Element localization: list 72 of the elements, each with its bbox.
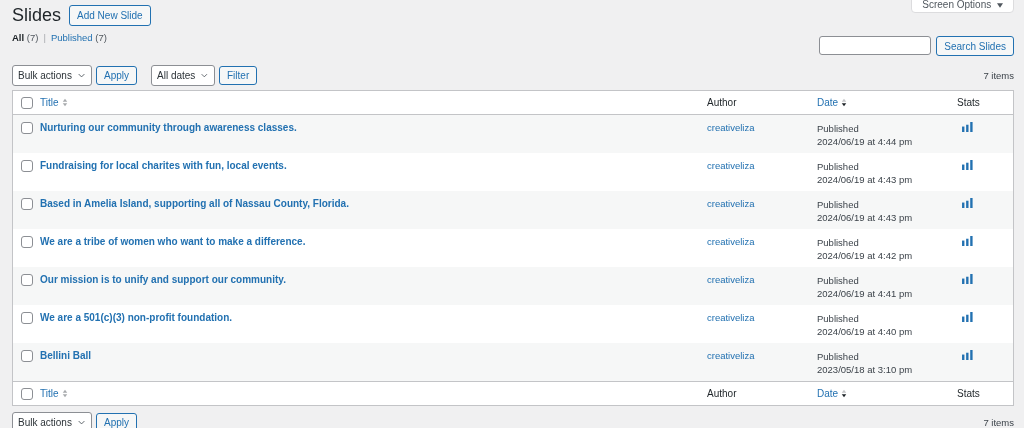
author-link[interactable]: creativeliza bbox=[707, 236, 755, 247]
bulk-actions-dropdown[interactable]: Bulk actions bbox=[12, 412, 92, 428]
chevron-down-icon bbox=[77, 73, 85, 78]
select-all-checkbox[interactable] bbox=[21, 96, 33, 109]
slide-title-link[interactable]: Nurturing our community through awareness classes. bbox=[40, 122, 297, 133]
slide-title-link[interactable]: We are a 501(c)(3) non-profit foundation. bbox=[40, 312, 233, 323]
column-header: Stats bbox=[957, 388, 980, 399]
post-date: 2024/06/19 at 4:40 pm bbox=[817, 325, 914, 338]
column-header[interactable]: Date bbox=[817, 97, 839, 108]
row-checkbox[interactable] bbox=[21, 236, 33, 248]
post-status: Published bbox=[817, 160, 860, 173]
search-button[interactable]: Search Slides bbox=[936, 36, 1014, 56]
row-checkbox[interactable] bbox=[21, 122, 33, 134]
author-link[interactable]: creativeliza bbox=[707, 274, 755, 285]
select-all-checkbox[interactable] bbox=[21, 387, 33, 400]
item-count: 7 items bbox=[983, 417, 1014, 428]
view-filter-link[interactable]: All (7) bbox=[12, 32, 39, 43]
dates-dropdown[interactable]: All dates bbox=[151, 65, 215, 86]
author-link[interactable]: creativeliza bbox=[707, 350, 755, 361]
column-header: Author bbox=[707, 388, 737, 399]
bar-chart-icon[interactable] bbox=[962, 236, 973, 246]
bar-chart-icon[interactable] bbox=[962, 274, 973, 284]
post-status: Published bbox=[817, 274, 860, 287]
chevron-down-icon bbox=[201, 73, 208, 78]
page-title: Slides bbox=[12, 5, 62, 26]
triangle-down-icon bbox=[997, 3, 1003, 8]
chevron-down-icon bbox=[77, 420, 85, 425]
row-checkbox[interactable] bbox=[21, 198, 33, 210]
column-header: Author bbox=[707, 97, 737, 108]
search-field[interactable] bbox=[819, 36, 932, 55]
add-new-button[interactable]: Add New Slide bbox=[69, 5, 151, 26]
row-checkbox[interactable] bbox=[21, 350, 33, 362]
row-checkbox[interactable] bbox=[21, 274, 33, 286]
slide-title-link[interactable]: We are a tribe of women who want to make a difference. bbox=[40, 236, 306, 247]
post-date: 2024/06/19 at 4:41 pm bbox=[817, 287, 914, 300]
row-checkbox[interactable] bbox=[21, 160, 33, 172]
post-status: Published bbox=[817, 236, 860, 249]
bar-chart-icon[interactable] bbox=[962, 350, 973, 360]
column-header[interactable]: Date bbox=[817, 388, 839, 399]
slide-title-link[interactable]: Fundraising for local charites with fun, local events. bbox=[40, 160, 287, 171]
filter-button[interactable]: Filter bbox=[219, 66, 258, 85]
post-date: 2023/05/18 at 3:10 pm bbox=[817, 363, 914, 376]
slide-title-link[interactable]: Bellini Ball bbox=[40, 350, 92, 361]
post-date: 2024/06/19 at 4:43 pm bbox=[817, 211, 914, 224]
item-count: 7 items bbox=[983, 70, 1014, 81]
screen-options-button[interactable]: Screen Options bbox=[911, 0, 1014, 13]
apply-button[interactable]: Apply bbox=[96, 66, 137, 85]
bar-chart-icon[interactable] bbox=[962, 122, 973, 132]
post-date: 2024/06/19 at 4:44 pm bbox=[817, 135, 914, 148]
author-link[interactable]: creativeliza bbox=[707, 160, 755, 171]
bar-chart-icon[interactable] bbox=[962, 312, 973, 322]
column-header[interactable]: Title bbox=[40, 388, 59, 399]
bulk-actions-dropdown[interactable]: Bulk actions bbox=[12, 65, 92, 86]
post-status: Published bbox=[817, 198, 860, 211]
author-link[interactable]: creativeliza bbox=[707, 198, 755, 209]
author-link[interactable]: creativeliza bbox=[707, 122, 755, 133]
author-link[interactable]: creativeliza bbox=[707, 312, 755, 323]
post-date: 2024/06/19 at 4:42 pm bbox=[817, 249, 914, 262]
column-header[interactable]: Title bbox=[40, 97, 59, 108]
separator: | bbox=[43, 32, 46, 43]
bar-chart-icon[interactable] bbox=[962, 198, 973, 208]
slide-title-link[interactable]: Based in Amelia Island, supporting all of Nassau County, Florida. bbox=[40, 198, 349, 209]
bar-chart-icon[interactable] bbox=[962, 160, 973, 170]
post-date: 2024/06/19 at 4:43 pm bbox=[817, 173, 914, 186]
column-header: Stats bbox=[957, 97, 980, 108]
post-status: Published bbox=[817, 122, 860, 135]
row-checkbox[interactable] bbox=[21, 312, 33, 324]
view-filter-link[interactable]: Published (7) bbox=[50, 32, 107, 43]
slide-title-link[interactable]: Our mission is to unify and support our community. bbox=[40, 274, 286, 285]
post-status: Published bbox=[817, 312, 860, 325]
apply-button[interactable]: Apply bbox=[96, 413, 137, 428]
post-status: Published bbox=[817, 350, 860, 363]
